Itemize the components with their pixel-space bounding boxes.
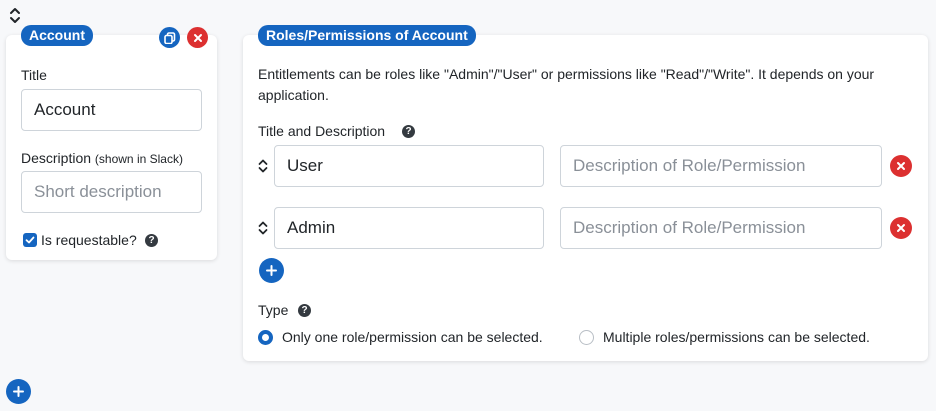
close-icon bbox=[897, 224, 905, 232]
title-description-label: Title and Description bbox=[258, 123, 386, 139]
requestable-help-icon[interactable]: ? bbox=[145, 234, 158, 247]
type-single-label[interactable]: Only one role/permission can be selected… bbox=[282, 329, 543, 345]
title-label: Title bbox=[21, 67, 47, 83]
role-title-input[interactable]: User bbox=[274, 145, 544, 187]
plus-icon bbox=[13, 386, 24, 397]
remove-role-button[interactable] bbox=[890, 217, 912, 239]
requestable-checkbox[interactable] bbox=[23, 233, 37, 247]
account-title-input[interactable]: Account bbox=[21, 89, 202, 131]
requestable-label: Is requestable? bbox=[41, 232, 137, 248]
type-multiple-radio[interactable] bbox=[579, 330, 594, 345]
roles-intro-text: Entitlements can be roles like "Admin"/"… bbox=[258, 66, 875, 103]
title-description-help-icon[interactable]: ? bbox=[402, 125, 415, 138]
role-description-input[interactable]: Description of Role/Permission bbox=[560, 207, 882, 249]
add-role-button[interactable] bbox=[259, 258, 284, 283]
type-multiple-label[interactable]: Multiple roles/permissions can be select… bbox=[603, 329, 870, 345]
account-description-input[interactable]: Short description bbox=[21, 171, 202, 213]
type-single-radio[interactable] bbox=[258, 330, 273, 345]
role-description-input[interactable]: Description of Role/Permission bbox=[560, 145, 882, 187]
add-account-button[interactable] bbox=[6, 379, 31, 404]
row-sort-handle-icon[interactable] bbox=[257, 219, 269, 237]
copy-button[interactable] bbox=[159, 27, 180, 48]
row-sort-handle-icon[interactable] bbox=[257, 157, 269, 175]
roles-badge: Roles/Permissions of Account bbox=[258, 25, 476, 46]
type-help-icon[interactable]: ? bbox=[298, 304, 311, 317]
role-title-input[interactable]: Admin bbox=[274, 207, 544, 249]
plus-icon bbox=[266, 265, 277, 276]
close-icon bbox=[193, 33, 202, 42]
close-icon bbox=[897, 162, 905, 170]
description-hint: (shown in Slack) bbox=[94, 152, 183, 166]
account-badge: Account bbox=[21, 25, 93, 46]
remove-role-button[interactable] bbox=[890, 155, 912, 177]
type-label: Type bbox=[258, 302, 289, 318]
copy-icon bbox=[163, 31, 175, 44]
remove-account-button[interactable] bbox=[187, 27, 208, 48]
description-label: Description bbox=[21, 150, 92, 166]
checkmark-icon bbox=[25, 236, 35, 244]
description-label-row: Description (shown in Slack) bbox=[21, 150, 183, 166]
sort-handle-icon[interactable] bbox=[8, 5, 22, 25]
